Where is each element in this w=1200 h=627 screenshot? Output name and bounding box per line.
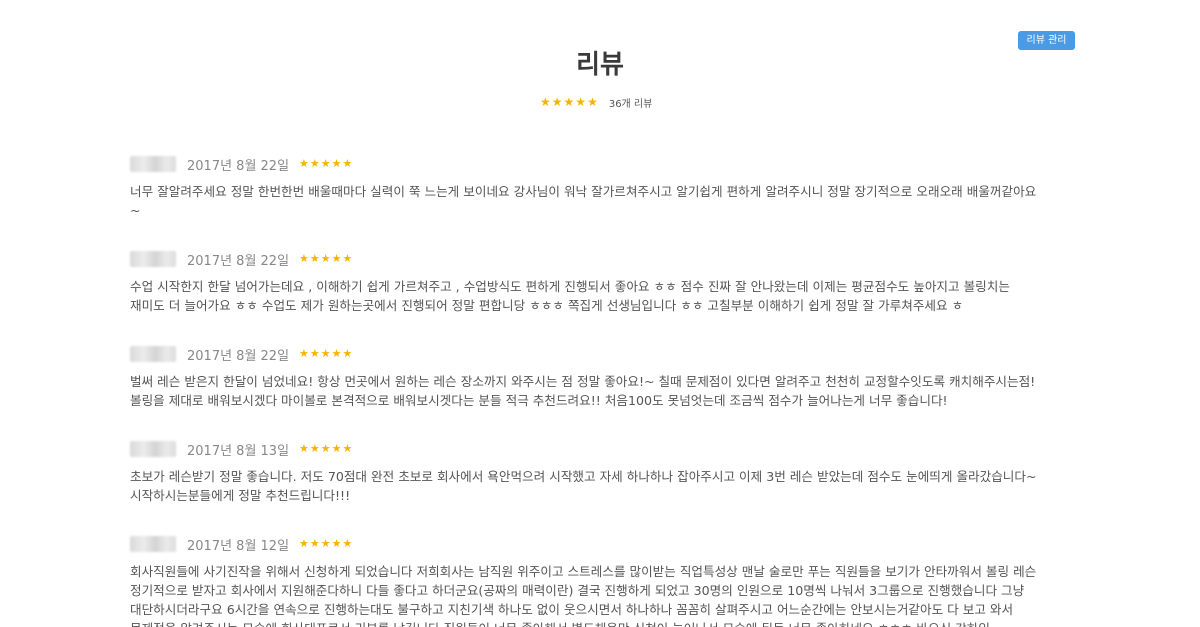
star-icon: ★ <box>342 347 353 360</box>
star-icon: ★ <box>342 157 353 170</box>
review-item: 2017년 8월 22일 ★ ★ ★ ★ ★ 수업 시작한지 한달 넘어가는데요… <box>130 250 1075 315</box>
review-date: 2017년 8월 22일 <box>187 158 290 174</box>
star-icon: ★ <box>331 537 342 550</box>
star-icon: ★ <box>320 442 331 455</box>
blurred-username <box>130 536 176 552</box>
review-header: 2017년 8월 22일 ★ ★ ★ ★ ★ <box>130 345 1075 364</box>
blurred-username <box>130 251 176 267</box>
star-icon: ★ <box>575 95 587 109</box>
star-icon: ★ <box>320 347 331 360</box>
review-text: 수업 시작한지 한달 넘어가는데요 , 이해하기 쉽게 가르쳐주고 , 수업방식… <box>130 279 1010 313</box>
review-stars: ★ ★ ★ ★ ★ <box>299 253 352 265</box>
review-text: 너무 잘알려주세요 정말 한번한번 배울때마다 실력이 쭉 느는게 보이네요 강… <box>130 184 1037 218</box>
review-stars: ★ ★ ★ ★ ★ <box>299 538 352 550</box>
page-title: 리뷰 <box>576 50 624 80</box>
review-date: 2017년 8월 13일 <box>187 443 290 459</box>
star-icon: ★ <box>331 252 342 265</box>
star-icon: ★ <box>309 347 320 360</box>
star-icon: ★ <box>320 157 331 170</box>
review-stars: ★ ★ ★ ★ ★ <box>299 158 352 170</box>
star-icon: ★ <box>331 347 342 360</box>
review-text: 회사직원들에 사기진작을 위해서 신청하게 되었습니다 저희회사는 남직원 위주… <box>130 564 1037 627</box>
review-header: 2017년 8월 22일 ★ ★ ★ ★ ★ <box>130 250 1075 269</box>
star-icon: ★ <box>299 252 309 265</box>
review-header: 2017년 8월 13일 ★ ★ ★ ★ ★ <box>130 440 1075 459</box>
review-stars: ★ ★ ★ ★ ★ <box>299 443 352 455</box>
rating-summary: ★ ★ ★ ★ ★ 36개 리뷰 <box>540 93 652 111</box>
star-icon: ★ <box>331 157 342 170</box>
review-item: 2017년 8월 22일 ★ ★ ★ ★ ★ 벌써 레슨 받은지 한달이 넘었네… <box>130 345 1075 410</box>
star-icon: ★ <box>299 157 309 170</box>
review-header: 2017년 8월 12일 ★ ★ ★ ★ ★ <box>130 535 1075 554</box>
star-icon: ★ <box>587 95 598 109</box>
review-count: 36개 리뷰 <box>608 98 653 110</box>
star-icon: ★ <box>299 347 309 360</box>
star-icon: ★ <box>551 95 563 109</box>
star-icon: ★ <box>309 537 320 550</box>
star-icon: ★ <box>309 252 320 265</box>
star-icon: ★ <box>342 252 353 265</box>
review-header: 2017년 8월 22일 ★ ★ ★ ★ ★ <box>130 155 1075 174</box>
review-stars: ★ ★ ★ ★ ★ <box>299 348 352 360</box>
blurred-username <box>130 156 176 172</box>
review-page: 리뷰 관리 리뷰 ★ ★ ★ ★ ★ 36개 리뷰 2017년 8월 22일 ★… <box>0 0 1200 627</box>
review-date: 2017년 8월 22일 <box>187 348 290 364</box>
review-date: 2017년 8월 22일 <box>187 253 290 269</box>
star-icon: ★ <box>320 252 331 265</box>
star-icon: ★ <box>299 537 309 550</box>
star-icon: ★ <box>309 442 320 455</box>
star-icon: ★ <box>320 537 331 550</box>
star-icon: ★ <box>331 442 342 455</box>
review-text: 벌써 레슨 받은지 한달이 넘었네요! 항상 먼곳에서 원하는 레슨 장소까지 … <box>130 374 1036 408</box>
review-text: 초보가 레슨받기 정말 좋습니다. 저도 70점대 완전 초보로 회사에서 욕안… <box>130 469 1037 503</box>
star-icon: ★ <box>342 537 353 550</box>
blurred-username <box>130 346 176 362</box>
star-icon: ★ <box>299 442 309 455</box>
summary-stars: ★ ★ ★ ★ ★ <box>540 96 598 108</box>
review-item: 2017년 8월 13일 ★ ★ ★ ★ ★ 초보가 레슨받기 정말 좋습니다.… <box>130 440 1075 505</box>
star-icon: ★ <box>309 157 320 170</box>
star-icon: ★ <box>563 95 575 109</box>
review-item: 2017년 8월 12일 ★ ★ ★ ★ ★ 회사직원들에 사기진작을 위해서 … <box>130 535 1075 627</box>
star-icon: ★ <box>342 442 353 455</box>
review-date: 2017년 8월 12일 <box>187 538 290 554</box>
review-item: 2017년 8월 22일 ★ ★ ★ ★ ★ 너무 잘알려주세요 정말 한번한번… <box>130 155 1075 220</box>
blurred-username <box>130 441 176 457</box>
star-icon: ★ <box>540 95 551 109</box>
